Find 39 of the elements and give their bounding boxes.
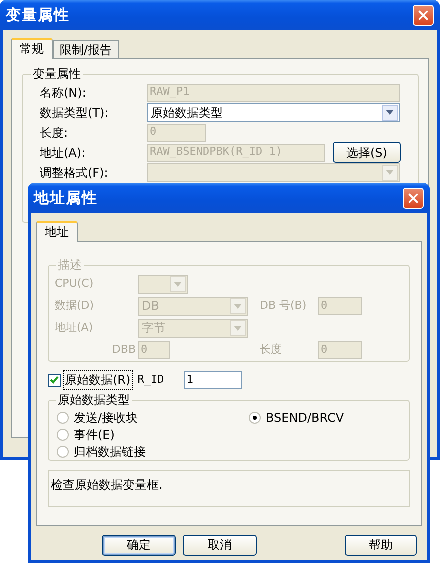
- radio-button[interactable]: [57, 412, 69, 424]
- field-label: DB 号(B): [260, 298, 308, 314]
- field-label: 长度: [260, 342, 283, 358]
- group-title: 描述: [57, 257, 83, 274]
- window-title: 变量属性: [6, 4, 70, 26]
- field-label: R_ID: [138, 372, 166, 388]
- field-label: 数据(D): [55, 298, 96, 314]
- tab[interactable]: 常规: [11, 38, 53, 59]
- field-label: 地址(A):: [40, 146, 87, 160]
- input-field[interactable]: 1: [184, 371, 242, 389]
- dialog-button[interactable]: 确定: [102, 534, 176, 556]
- field-label: 名称(N):: [40, 86, 88, 100]
- field-label: 数据类型(T):: [40, 106, 110, 120]
- radio-button[interactable]: [57, 428, 69, 440]
- status-text: 检查原始数据变量框.: [51, 478, 163, 492]
- group-title: 变量属性: [32, 66, 82, 83]
- radio-label: 归档数据链接: [74, 444, 146, 460]
- dropdown[interactable]: 原始数据类型: [147, 103, 400, 122]
- checkbox[interactable]: [48, 374, 61, 386]
- radio-button[interactable]: [249, 412, 261, 424]
- close-button[interactable]: [413, 4, 434, 26]
- field-label: 地址(A): [55, 320, 94, 336]
- field-label: 长度:: [40, 126, 70, 140]
- window-title: 地址属性: [34, 188, 98, 209]
- field-label: CPU(C): [55, 276, 95, 292]
- radio-label: 发送/接收块: [74, 410, 138, 426]
- group-title: 原始数据类型: [57, 392, 131, 409]
- field-label: 调整格式(F):: [40, 166, 110, 180]
- field-label: DBB: [111, 342, 137, 358]
- radio-button[interactable]: [57, 446, 69, 458]
- checkbox-label: 原始数据(R): [63, 370, 133, 390]
- close-button[interactable]: [403, 188, 424, 208]
- radio-label: 事件(E): [74, 426, 115, 444]
- tab[interactable]: 地址: [36, 221, 78, 242]
- radio-label: BSEND/BRCV: [266, 410, 344, 426]
- dialog-button[interactable]: 取消: [183, 534, 257, 556]
- tab[interactable]: 限制/报告: [53, 40, 120, 58]
- dialog-button[interactable]: 帮助: [345, 534, 417, 556]
- check-icon: [50, 376, 59, 384]
